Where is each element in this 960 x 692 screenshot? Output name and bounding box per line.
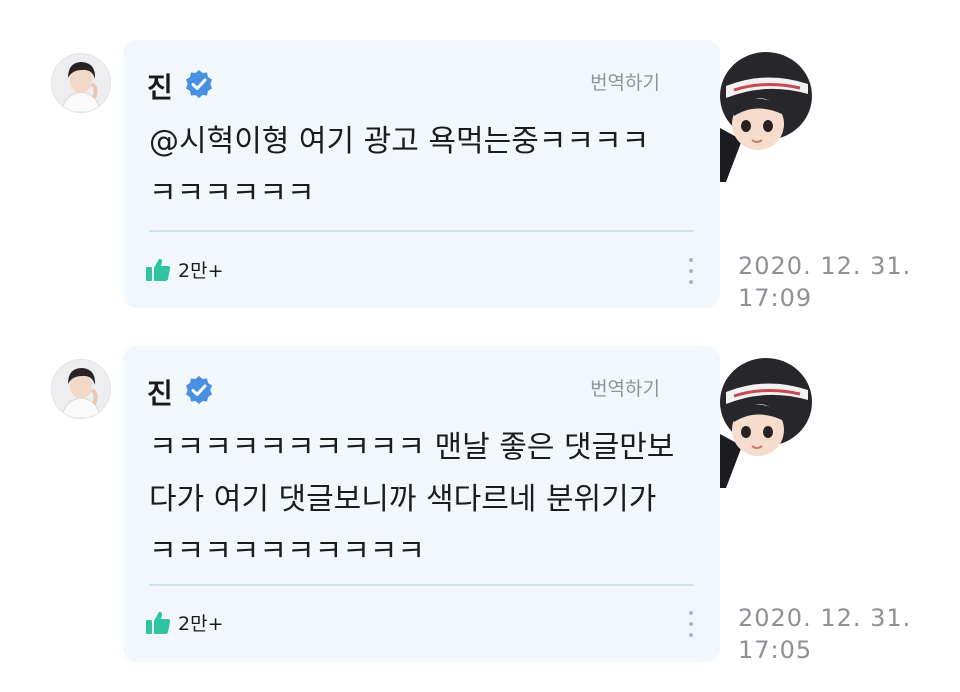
timestamp-time: 17:09 — [738, 284, 813, 312]
like-button[interactable]: 2만+ — [145, 607, 224, 637]
verified-badge-icon — [186, 376, 212, 404]
timestamp-date: 2020. 12. 31. — [738, 252, 912, 280]
thumbs-up-icon — [146, 611, 171, 634]
author-name[interactable]: 진 — [147, 372, 173, 412]
like-button[interactable]: 2만+ — [145, 254, 224, 284]
divider — [149, 230, 694, 232]
avatar[interactable] — [51, 53, 111, 113]
translate-button[interactable]: 번역하기 — [590, 374, 660, 401]
timestamp: 2020. 12. 31. 17:09 — [738, 250, 911, 314]
more-vertical-icon[interactable] — [686, 611, 696, 637]
comment-bubble: 진 번역하기 @시혁이형 여기 광고 욕먹는중ㅋㅋㅋㅋ ㅋㅋㅋㅋㅋㅋ 2만+ — [123, 40, 720, 308]
mascot-sticker — [720, 358, 812, 488]
timestamp-time: 17:05 — [738, 636, 813, 664]
comment-text: ㅋㅋㅋㅋㅋㅋㅋㅋㅋㅋ 맨날 좋은 댓글만보 다가 여기 댓글보니까 색다르네 분… — [149, 430, 675, 569]
like-count: 2만+ — [178, 612, 224, 635]
thumbs-up-icon — [146, 258, 171, 281]
mascot-sticker — [720, 52, 812, 182]
translate-button[interactable]: 번역하기 — [590, 68, 660, 95]
avatar[interactable] — [51, 359, 111, 419]
comment-bubble: 진 번역하기 ㅋㅋㅋㅋㅋㅋㅋㅋㅋㅋ 맨날 좋은 댓글만보 다가 여기 댓글보니까… — [123, 346, 720, 662]
comment-text: @시혁이형 여기 광고 욕먹는중ㅋㅋㅋㅋ ㅋㅋㅋㅋㅋㅋ — [149, 124, 650, 211]
author-name[interactable]: 진 — [147, 66, 173, 106]
timestamp: 2020. 12. 31. 17:05 — [738, 602, 911, 666]
verified-badge-icon — [186, 70, 212, 98]
like-count: 2만+ — [178, 259, 224, 282]
divider — [149, 584, 694, 586]
timestamp-date: 2020. 12. 31. — [738, 604, 912, 632]
more-vertical-icon[interactable] — [686, 258, 696, 284]
